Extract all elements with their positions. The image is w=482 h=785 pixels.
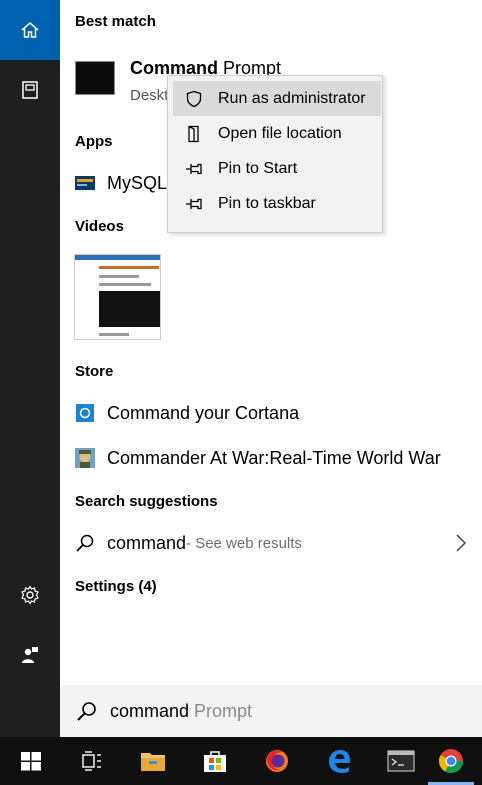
file-explorer-button[interactable]	[122, 737, 184, 785]
firefox-icon	[266, 750, 288, 772]
chrome-button[interactable]	[420, 737, 482, 785]
apps-heading: Apps	[75, 133, 113, 150]
gear-icon	[21, 585, 39, 605]
command-prompt-thumbnail-icon	[75, 61, 115, 95]
pin-icon	[186, 198, 202, 209]
commander-game-icon	[75, 448, 95, 468]
videos-heading: Videos	[75, 218, 124, 235]
firefox-button[interactable]	[246, 737, 308, 785]
home-button[interactable]	[0, 0, 60, 60]
store-result-cortana[interactable]: Command your Cortana	[60, 393, 482, 433]
video-thumbnail-terminal	[99, 291, 160, 327]
context-menu-pin-to-start[interactable]: Pin to Start	[173, 151, 381, 186]
context-menu: Run as administrator Open file location …	[167, 75, 383, 233]
best-match-heading: Best match	[75, 13, 156, 30]
chrome-icon	[438, 749, 463, 774]
chevron-right-icon	[456, 534, 467, 552]
store-result-label: Commander At War:Real-Time World War	[107, 447, 441, 468]
edge-button[interactable]	[308, 737, 370, 785]
person-feedback-icon	[22, 647, 38, 663]
video-thumbnail-line	[99, 333, 129, 336]
store-result-label: Command your Cortana	[107, 402, 300, 423]
video-thumbnail[interactable]	[74, 254, 161, 340]
search-icon	[77, 702, 96, 721]
video-thumbnail-line	[99, 266, 159, 269]
windows-logo-icon	[21, 752, 41, 771]
edge-icon	[329, 750, 350, 773]
store-heading: Store	[75, 363, 114, 380]
settings-button[interactable]	[0, 565, 60, 625]
best-match-subtitle: Deskt	[130, 87, 169, 104]
start-left-rail	[0, 0, 60, 737]
video-thumbnail-line	[99, 275, 139, 278]
store-button[interactable]	[184, 737, 246, 785]
folder-location-icon	[188, 125, 199, 142]
shield-icon	[186, 90, 202, 107]
video-thumbnail-line	[99, 283, 151, 286]
search-suggestions-heading: Search suggestions	[75, 493, 218, 510]
store-bag-icon	[204, 751, 226, 772]
mysql-icon	[75, 176, 95, 190]
app-result-label: MySQL	[107, 172, 168, 193]
web-suggestion-command[interactable]: command - See web results	[60, 523, 482, 563]
search-query-text: command	[110, 700, 190, 721]
cortana-app-icon	[76, 404, 94, 422]
feedback-button[interactable]	[0, 625, 60, 685]
task-view-button[interactable]	[60, 737, 122, 785]
video-thumbnail-header	[75, 255, 160, 260]
pin-icon	[186, 163, 202, 174]
notebook-icon	[22, 81, 38, 99]
folder-icon	[141, 753, 165, 771]
taskbar	[0, 737, 482, 785]
search-box[interactable]: command Prompt	[60, 685, 482, 737]
suggestion-query: command	[107, 532, 187, 553]
store-result-commander[interactable]: Commander At War:Real-Time World War	[60, 438, 482, 478]
search-autocomplete-hint: Prompt	[194, 700, 253, 721]
context-menu-open-file-location[interactable]: Open file location	[173, 116, 381, 151]
suggestion-hint: - See web results	[186, 534, 302, 552]
command-prompt-icon	[387, 750, 415, 772]
settings-heading[interactable]: Settings (4)	[75, 578, 157, 595]
search-icon	[76, 534, 94, 552]
documents-button[interactable]	[0, 60, 60, 120]
task-view-icon	[82, 751, 101, 771]
home-icon	[21, 22, 39, 38]
context-menu-run-as-administrator[interactable]: Run as administrator	[173, 81, 381, 116]
context-menu-pin-to-taskbar[interactable]: Pin to taskbar	[173, 186, 381, 221]
start-button[interactable]	[0, 737, 62, 785]
